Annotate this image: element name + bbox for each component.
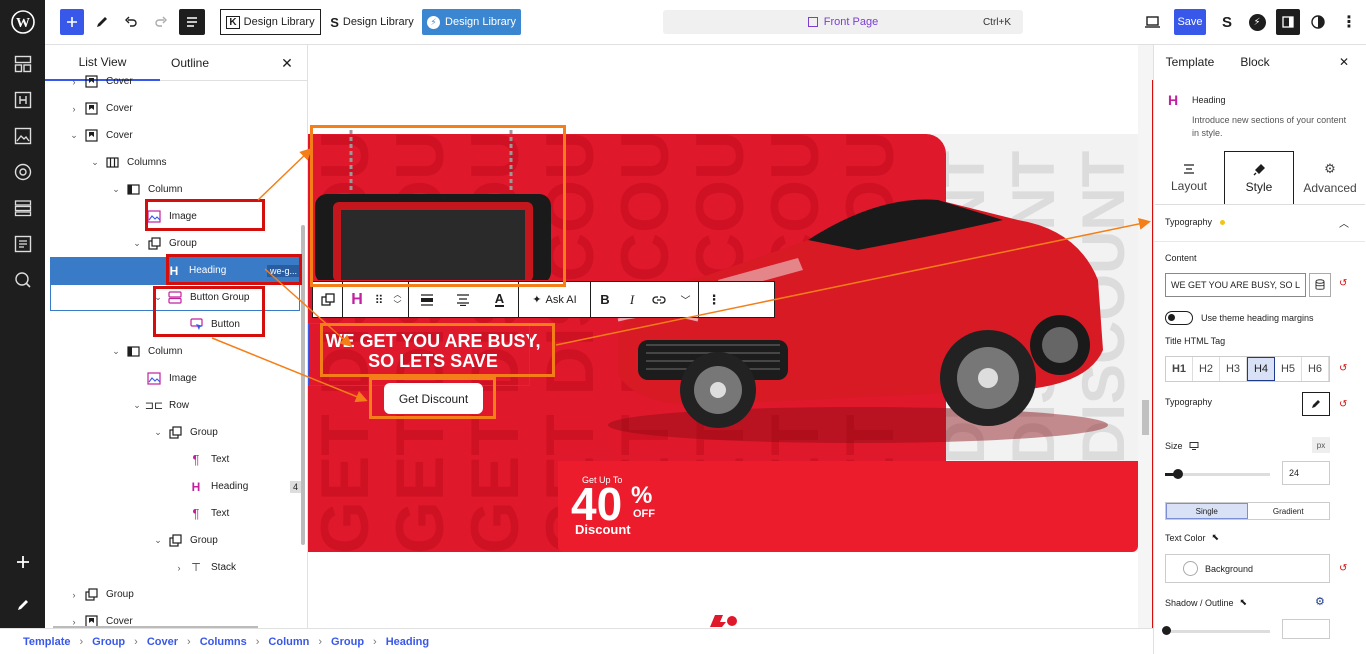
reset-icon[interactable]: ↺ [1339,399,1347,410]
breadcrumb-item[interactable]: Heading [386,636,429,648]
chevron-right-icon: › [79,635,84,648]
size-label-row: Size [1165,441,1199,451]
color-mode-single[interactable]: Single [1166,503,1248,519]
breadcrumb-item[interactable]: Cover [147,636,178,648]
section-title: Typography [1165,217,1213,227]
tab-layout[interactable]: Layout [1155,151,1223,205]
html-tag-label: Title HTML Tag [1165,336,1226,346]
size-input[interactable]: 24 [1282,461,1330,485]
chevron-right-icon: › [255,635,260,648]
gear-icon[interactable]: ⚙ [1315,595,1325,608]
unit-label: px [1316,440,1326,450]
cursor-pointer-icon[interactable]: ⬉ [1212,532,1220,543]
tab-label: Template [1165,55,1215,69]
breadcrumb-item[interactable]: Group [92,636,125,648]
typography-section-header[interactable]: Typography [1165,217,1226,227]
tab-style[interactable]: Style [1224,151,1294,205]
color-swatch [1183,561,1198,576]
block-name: Heading [1192,95,1226,105]
text-color-row: Text Color ⬉ [1165,532,1219,543]
inspector-style-tabs: Layout Style ⚙ Advanced [1155,151,1365,205]
shadow-label: Shadow / Outline [1165,597,1234,608]
text-color-label: Text Color [1165,532,1206,543]
unit-selector[interactable]: px [1312,437,1330,453]
cursor-pointer-icon[interactable]: ⬉ [1240,597,1248,608]
html-tag-h6[interactable]: H6 [1302,357,1329,381]
tab-block[interactable]: Block [1234,51,1276,73]
layout-icon [1184,164,1194,174]
chevron-up-icon[interactable]: ︿ [1339,215,1349,230]
reset-icon[interactable]: ↺ [1339,563,1347,574]
theme-margins-toggle[interactable] [1165,311,1193,325]
breadcrumb-item[interactable]: Template [23,636,70,648]
block-description: Introduce new sections of your content i… [1192,115,1347,138]
html-tag-h2[interactable]: H2 [1193,357,1220,381]
mode-label: Gradient [1272,506,1304,516]
chevron-right-icon: › [318,635,323,648]
theme-margins-label: Use theme heading margins [1201,313,1314,323]
breadcrumb: Template › Group › Cover › Columns › Column › Grou… [0,628,1153,654]
breadcrumb-item[interactable]: Column [268,636,309,648]
mode-label: Single [1195,506,1218,516]
shadow-slider-track[interactable] [1162,626,1270,635]
desktop-icon[interactable] [1189,442,1199,450]
close-icon[interactable]: ✕ [1334,51,1354,73]
breadcrumb-item[interactable]: Columns [200,636,247,648]
reset-icon[interactable]: ↺ [1339,278,1347,289]
dynamic-content-icon[interactable] [1309,273,1331,297]
background-color-picker[interactable]: Background [1165,554,1330,583]
color-mode-gradient[interactable]: Gradient [1248,503,1330,519]
size-slider-thumb[interactable] [1172,469,1183,479]
heading-block-icon: H [1168,92,1179,108]
status-dot [1220,219,1226,225]
color-mode-toggle: Single Gradient [1165,502,1330,520]
shadow-row: Shadow / Outline ⬉ [1165,597,1247,608]
chevron-right-icon: › [134,635,138,648]
chevron-right-icon: › [373,635,377,648]
chevron-right-icon: › [187,635,191,648]
tab-advanced[interactable]: ⚙ Advanced [1295,151,1365,205]
tab-template[interactable]: Template [1164,51,1216,73]
tab-label: Advanced [1303,181,1357,195]
brush-icon [1253,163,1265,175]
typography-label: Typography [1165,397,1213,407]
html-tag-selector: H1 H2 H3 H4 H5 H6 [1165,356,1330,382]
breadcrumb-item[interactable]: Group [331,636,364,648]
tab-label: Style [1245,179,1273,194]
shadow-input[interactable] [1282,619,1330,639]
tab-label: Block [1240,55,1270,69]
tab-label: Layout [1170,179,1208,193]
edit-typography-button[interactable] [1302,392,1330,416]
background-label: Background [1205,563,1254,574]
block-inspector: Template Block ✕ H Heading Introduce new… [1153,45,1366,654]
reset-icon[interactable]: ↺ [1339,363,1347,374]
html-tag-h3[interactable]: H3 [1220,357,1247,381]
size-slider-track[interactable] [1165,469,1270,479]
gear-icon: ⚙ [1324,161,1336,176]
html-tag-h4[interactable]: H4 [1247,357,1275,381]
size-label: Size [1165,441,1183,451]
content-input[interactable]: WE GET YOU ARE BUSY, SO L [1165,273,1306,297]
html-tag-h1[interactable]: H1 [1166,357,1193,381]
html-tag-h5[interactable]: H5 [1275,357,1302,381]
content-label: Content [1165,253,1197,263]
